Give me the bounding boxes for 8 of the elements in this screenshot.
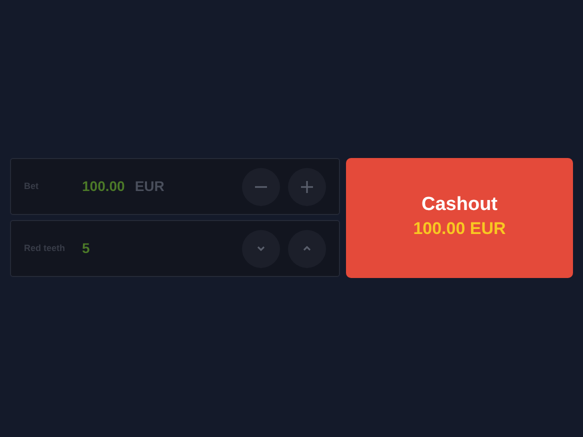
count-value: 5 xyxy=(82,239,90,258)
chevron-down-icon xyxy=(257,246,265,251)
cashout-button[interactable]: Cashout 100.00 EUR xyxy=(346,158,573,278)
currency-label: EUR xyxy=(134,177,164,196)
minus-icon xyxy=(255,186,267,188)
chevron-up-icon xyxy=(303,246,311,251)
bet-amount: 100.00 xyxy=(82,177,125,196)
plus-icon xyxy=(301,180,313,192)
